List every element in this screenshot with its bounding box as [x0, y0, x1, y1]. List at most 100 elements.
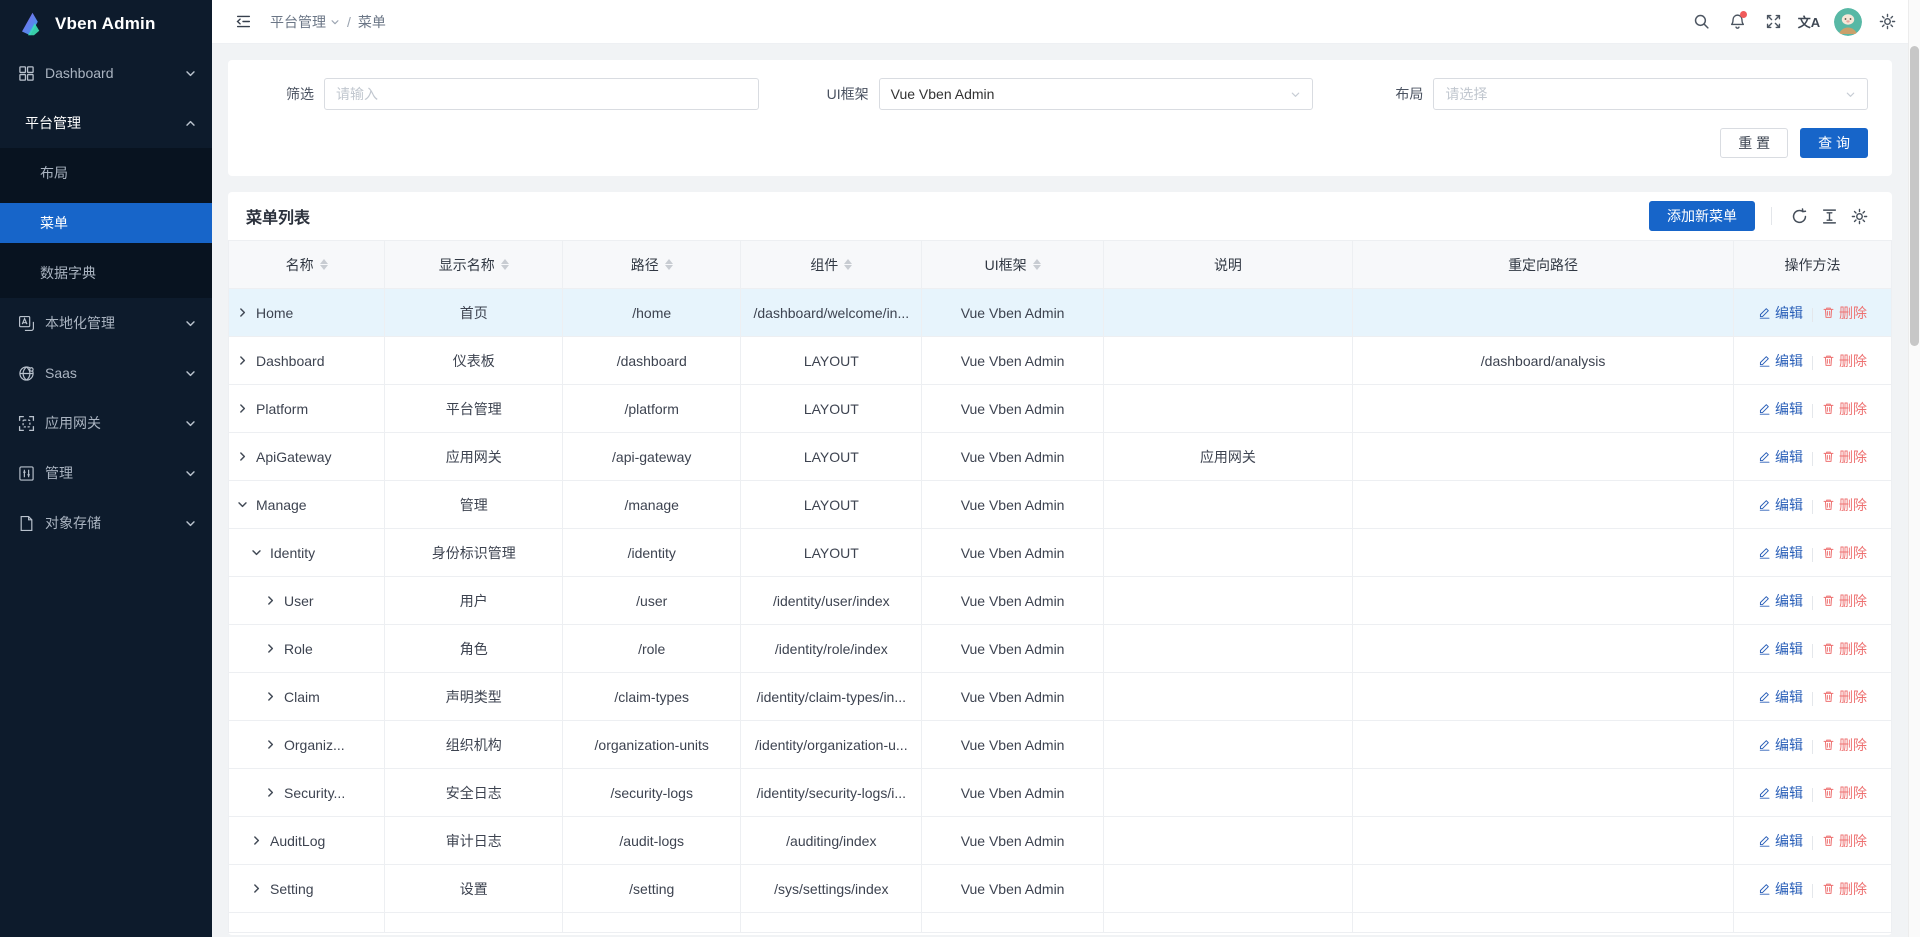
delete-button[interactable]: 删除 — [1822, 735, 1867, 755]
menu-fold-icon[interactable] — [226, 5, 260, 39]
delete-button[interactable]: 删除 — [1822, 303, 1867, 323]
settings-icon[interactable] — [1870, 5, 1904, 39]
search-button[interactable]: 查 询 — [1800, 128, 1868, 158]
cell-description: 应用网关 — [1103, 433, 1352, 481]
table-row[interactable]: ApiGateway应用网关/api-gatewayLAYOUTVue Vben… — [229, 433, 1892, 481]
sidebar: Vben Admin Dashboard 平台管理布局菜单数据字典本地化管理 Saa… — [0, 0, 212, 937]
sort-icons — [501, 259, 509, 270]
row-expand-icon[interactable] — [251, 883, 262, 894]
tree-node: Dashboard — [237, 353, 376, 369]
notification-icon[interactable] — [1720, 5, 1754, 39]
cell-ui-framework-value: Vue Vben Admin — [961, 881, 1065, 897]
edit-button[interactable]: 编辑 — [1758, 735, 1803, 755]
table-row[interactable]: Dashboard仪表板/dashboardLAYOUTVue Vben Adm… — [229, 337, 1892, 385]
edit-button[interactable]: 编辑 — [1758, 447, 1803, 467]
sidebar-item-data-dictionary[interactable]: 数据字典 — [0, 253, 212, 293]
row-expand-icon[interactable] — [237, 403, 248, 414]
table-row[interactable]: User用户/user/identity/user/indexVue Vben … — [229, 577, 1892, 625]
column-settings-icon[interactable] — [1844, 201, 1874, 231]
table-row[interactable]: Security...安全日志/security-logs/identity/s… — [229, 769, 1892, 817]
delete-button[interactable]: 删除 — [1822, 543, 1867, 563]
refresh-icon[interactable] — [1784, 201, 1814, 231]
cell-empty — [1103, 913, 1352, 933]
reset-button[interactable]: 重 置 — [1720, 128, 1788, 158]
ui-framework-select[interactable]: Vue Vben Admin — [879, 78, 1314, 110]
edit-button[interactable]: 编辑 — [1758, 783, 1803, 803]
sidebar-item-manage[interactable]: 管理 — [0, 453, 212, 493]
sidebar-item-localization[interactable]: 本地化管理 — [0, 303, 212, 343]
table-row[interactable]: AuditLog审计日志/audit-logs/auditing/indexVu… — [229, 817, 1892, 865]
sort-descend-icon — [1033, 265, 1041, 270]
sidebar-item-app-gateway[interactable]: 应用网关 — [0, 403, 212, 443]
edit-button[interactable]: 编辑 — [1758, 495, 1803, 515]
column-header-name[interactable]: 名称 — [229, 241, 385, 289]
edit-button[interactable]: 编辑 — [1758, 591, 1803, 611]
sidebar-item-platform-management[interactable]: 平台管理 — [0, 103, 212, 143]
column-header-ui-framework[interactable]: UI框架 — [922, 241, 1103, 289]
filter-keyword-input[interactable] — [336, 86, 747, 102]
table-row[interactable]: Claim声明类型/claim-types/identity/claim-typ… — [229, 673, 1892, 721]
edit-button[interactable]: 编辑 — [1758, 351, 1803, 371]
row-expand-icon[interactable] — [265, 787, 276, 798]
column-header-path[interactable]: 路径 — [563, 241, 741, 289]
sidebar-item-dashboard[interactable]: Dashboard — [0, 53, 212, 93]
edit-button[interactable]: 编辑 — [1758, 543, 1803, 563]
edit-button[interactable]: 编辑 — [1758, 639, 1803, 659]
sidebar-item-object-storage[interactable]: 对象存储 — [0, 503, 212, 543]
row-expand-icon[interactable] — [265, 643, 276, 654]
page-scrollbar-thumb[interactable] — [1910, 46, 1919, 346]
delete-button[interactable]: 删除 — [1822, 879, 1867, 899]
table-row[interactable] — [229, 913, 1892, 933]
delete-button[interactable]: 删除 — [1822, 591, 1867, 611]
sidebar-item-menu[interactable]: 菜单 — [0, 203, 212, 243]
layout-select[interactable]: 请选择 — [1433, 78, 1868, 110]
delete-button[interactable]: 删除 — [1822, 351, 1867, 371]
table-row[interactable]: Organiz...组织机构/organization-units/identi… — [229, 721, 1892, 769]
edit-button[interactable]: 编辑 — [1758, 687, 1803, 707]
column-header-display-name[interactable]: 显示名称 — [385, 241, 563, 289]
table-row[interactable]: Home首页/home/dashboard/welcome/in...Vue V… — [229, 289, 1892, 337]
row-expand-icon[interactable] — [237, 355, 248, 366]
manage-icon — [18, 465, 35, 482]
delete-button[interactable]: 删除 — [1822, 495, 1867, 515]
cell-description — [1103, 673, 1352, 721]
delete-button[interactable]: 删除 — [1822, 831, 1867, 851]
fullscreen-icon[interactable] — [1756, 5, 1790, 39]
table-row[interactable]: Setting设置/setting/sys/settings/indexVue … — [229, 865, 1892, 913]
search-icon[interactable] — [1684, 5, 1718, 39]
edit-button[interactable]: 编辑 — [1758, 303, 1803, 323]
translate-icon[interactable]: 文A — [1792, 5, 1826, 39]
cell-empty — [1733, 913, 1891, 933]
row-expand-icon[interactable] — [265, 691, 276, 702]
delete-button[interactable]: 删除 — [1822, 639, 1867, 659]
add-menu-button[interactable]: 添加新菜单 — [1649, 201, 1755, 231]
sidebar-item-saas[interactable]: Saas — [0, 353, 212, 393]
delete-button[interactable]: 删除 — [1822, 399, 1867, 419]
row-collapse-icon[interactable] — [251, 547, 262, 558]
row-expand-icon[interactable] — [265, 739, 276, 750]
row-expand-icon[interactable] — [237, 307, 248, 318]
table-row[interactable]: Manage管理/manageLAYOUTVue Vben Admin编辑删除 — [229, 481, 1892, 529]
row-height-icon[interactable] — [1814, 201, 1844, 231]
breadcrumb-item-platform[interactable]: 平台管理 — [270, 12, 340, 32]
app-logo[interactable]: Vben Admin — [0, 0, 212, 48]
column-header-component[interactable]: 组件 — [741, 241, 922, 289]
row-expand-icon[interactable] — [265, 595, 276, 606]
table-row[interactable]: Identity身份标识管理/identityLAYOUTVue Vben Ad… — [229, 529, 1892, 577]
edit-button[interactable]: 编辑 — [1758, 399, 1803, 419]
edit-button[interactable]: 编辑 — [1758, 879, 1803, 899]
page-scrollbar[interactable] — [1908, 0, 1920, 937]
table-row[interactable]: Role角色/role/identity/role/indexVue Vben … — [229, 625, 1892, 673]
delete-button[interactable]: 删除 — [1822, 783, 1867, 803]
sort-ascend-icon — [665, 259, 673, 264]
row-expand-icon[interactable] — [237, 451, 248, 462]
row-expand-icon[interactable] — [251, 835, 262, 846]
row-collapse-icon[interactable] — [237, 499, 248, 510]
sidebar-item-layout[interactable]: 布局 — [0, 153, 212, 193]
avatar[interactable] — [1834, 8, 1862, 36]
delete-button[interactable]: 删除 — [1822, 447, 1867, 467]
table-row[interactable]: Platform平台管理/platformLAYOUTVue Vben Admi… — [229, 385, 1892, 433]
cell-empty — [922, 913, 1103, 933]
edit-button[interactable]: 编辑 — [1758, 831, 1803, 851]
delete-button[interactable]: 删除 — [1822, 687, 1867, 707]
